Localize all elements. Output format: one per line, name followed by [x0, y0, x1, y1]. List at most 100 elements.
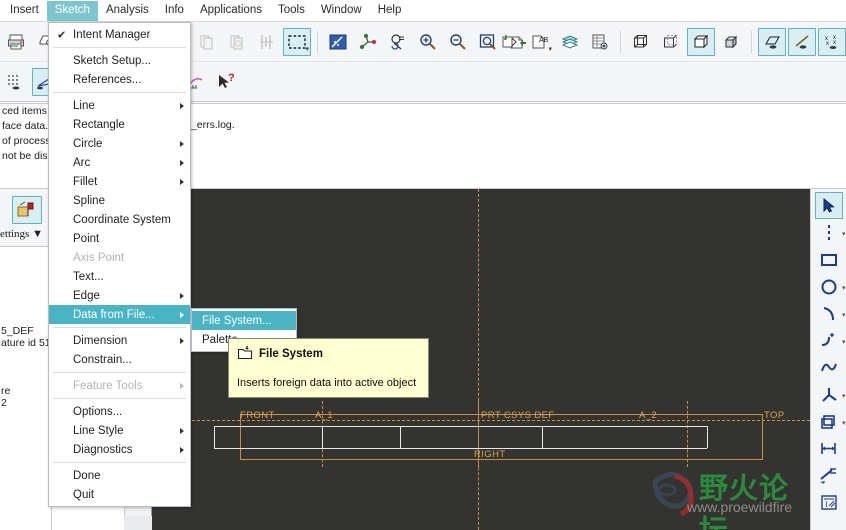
reorient-icon[interactable]	[384, 28, 412, 56]
model-tree-item[interactable]: 2	[0, 397, 51, 409]
model-player-icon[interactable]	[586, 28, 614, 56]
menu-item-done[interactable]: Done	[49, 466, 190, 485]
fillet-icon[interactable]: ▾	[815, 327, 846, 354]
select-arrow-icon[interactable]	[814, 192, 843, 219]
paste-icon[interactable]	[223, 28, 251, 56]
annotation-icon[interactable]: AB ▾	[526, 28, 554, 56]
menu-item-data-from-file[interactable]: Data from File...	[49, 305, 190, 324]
menu-sketch-label: Sketch	[54, 3, 90, 16]
sketcher-toolbar-right: ▾ ▾ ▾ ▾ ▾ ▾ I	[810, 189, 846, 530]
menu-item-options[interactable]: Options...	[49, 402, 190, 421]
menu-separator	[53, 92, 186, 93]
submenu-item-file-system[interactable]: File System...	[192, 311, 296, 330]
chevron-down-icon[interactable]: ▼	[32, 228, 43, 240]
menu-item-label: Spline	[73, 194, 105, 207]
chevron-down-icon[interactable]: ▾	[842, 311, 846, 319]
chevron-down-icon[interactable]: ▾	[842, 230, 846, 238]
menu-info[interactable]: Info	[157, 1, 192, 21]
menu-item-edge[interactable]: Edge	[49, 286, 190, 305]
repaint-icon[interactable]	[324, 28, 352, 56]
coordinate-system-icon[interactable]: ▾	[815, 381, 846, 408]
datum-display-icon[interactable]	[496, 28, 524, 56]
menu-applications[interactable]: Applications	[192, 1, 270, 21]
datum-axis-icon[interactable]	[788, 27, 816, 56]
sketcher-tools-icon[interactable]	[12, 196, 42, 224]
chevron-down-icon[interactable]: ▾	[548, 45, 552, 53]
menu-item-spline[interactable]: Spline	[49, 191, 190, 210]
menu-item-coordinate-system[interactable]: Coordinate System	[49, 210, 190, 229]
spin-center-icon[interactable]	[354, 28, 382, 56]
svg-text:x: x	[833, 40, 836, 46]
menu-item-dimension[interactable]: Dimension	[49, 331, 190, 350]
model-tree-item[interactable]: re	[0, 385, 51, 397]
zoom-out-icon[interactable]	[444, 28, 472, 56]
sketch-edge-left	[214, 426, 215, 448]
model-tree-item[interactable]: 5_DEF	[0, 325, 51, 337]
menu-help[interactable]: Help	[370, 1, 410, 21]
hidden-line-icon[interactable]	[657, 28, 685, 56]
menu-window[interactable]: Window	[313, 1, 370, 21]
menu-item-intent-manager[interactable]: ✔ Intent Manager	[49, 25, 190, 44]
menu-item-label: Axis Point	[73, 251, 125, 264]
menu-item-label: Line Style	[73, 424, 124, 437]
settings-dropdown[interactable]: ettings ▼	[0, 228, 43, 240]
sketch-edge-inner-3	[542, 426, 543, 448]
menu-item-line[interactable]: Line	[49, 96, 190, 115]
menu-item-text[interactable]: Text...	[49, 267, 190, 286]
rectangle-icon[interactable]	[815, 246, 843, 273]
no-hidden-icon[interactable]	[687, 27, 715, 56]
shading-icon[interactable]	[717, 28, 745, 56]
menu-tools[interactable]: Tools	[270, 1, 313, 21]
menu-item-diagnostics[interactable]: Diagnostics	[49, 440, 190, 459]
menu-item-quit[interactable]: Quit	[49, 485, 190, 504]
menu-item-line-style[interactable]: Line Style	[49, 421, 190, 440]
menu-item-references[interactable]: References...	[49, 70, 190, 89]
zoom-in-icon[interactable]	[414, 28, 442, 56]
menu-window-label: Window	[320, 3, 362, 16]
message-line: not be disp	[2, 150, 52, 162]
constraint-icon[interactable]: I	[815, 489, 843, 516]
select-box-icon[interactable]: ▾	[283, 27, 311, 56]
wireframe-icon[interactable]	[627, 28, 655, 56]
help-pointer-icon[interactable]: ?	[212, 68, 240, 96]
menu-item-circle[interactable]: Circle	[49, 134, 190, 153]
chevron-right-icon	[180, 311, 184, 318]
chevron-down-icon[interactable]: ▾	[842, 392, 846, 400]
horizontal-scrollbar[interactable]	[124, 516, 152, 530]
menu-info-label: Info	[164, 3, 184, 16]
chevron-down-icon[interactable]: ▾	[842, 338, 846, 346]
chevron-down-icon[interactable]: ▾	[842, 419, 846, 427]
menu-item-label: Intent Manager	[73, 28, 151, 41]
print-icon[interactable]	[2, 28, 30, 56]
menu-insert[interactable]: Insert	[2, 1, 47, 21]
menu-item-arc[interactable]: Arc	[49, 153, 190, 172]
modify-dimension-icon[interactable]	[815, 462, 843, 489]
arc-icon[interactable]: ▾	[815, 300, 846, 327]
grid-dots-icon[interactable]	[2, 68, 30, 96]
layers-stack-icon[interactable]	[556, 28, 584, 56]
paste-special-icon[interactable]	[253, 28, 281, 56]
datum-label-a2: A_2	[639, 410, 658, 421]
menu-item-rectangle[interactable]: Rectangle	[49, 115, 190, 134]
menu-item-sketch-setup[interactable]: Sketch Setup...	[49, 51, 190, 70]
menu-item-point[interactable]: Point	[49, 229, 190, 248]
datum-point-icon[interactable]: xxxx	[818, 27, 846, 56]
model-tree-item[interactable]: ature id 51	[0, 337, 51, 349]
menu-sketch[interactable]: Sketch	[46, 0, 98, 21]
dimension-icon[interactable]	[815, 435, 843, 462]
menu-item-feature-tools: Feature Tools	[49, 376, 190, 395]
tooltip-title: File System	[259, 348, 323, 360]
toolbar-divider	[317, 30, 318, 53]
chevron-down-icon[interactable]: ▾	[842, 284, 846, 292]
datum-plane-icon[interactable]	[758, 27, 786, 56]
chevron-down-icon[interactable]: ▾	[305, 45, 309, 53]
menu-item-fillet[interactable]: Fillet	[49, 172, 190, 191]
copy-icon[interactable]	[193, 28, 221, 56]
line-icon[interactable]: ▾	[815, 219, 846, 246]
spline-icon[interactable]	[815, 354, 843, 381]
menu-item-constrain[interactable]: Constrain...	[49, 350, 190, 369]
edge-offset-icon[interactable]: ▾	[815, 408, 846, 435]
sketch-dropdown-menu[interactable]: ✔ Intent Manager Sketch Setup... Referen…	[48, 22, 191, 507]
menu-analysis[interactable]: Analysis	[98, 1, 157, 21]
circle-icon[interactable]: ▾	[815, 273, 846, 300]
